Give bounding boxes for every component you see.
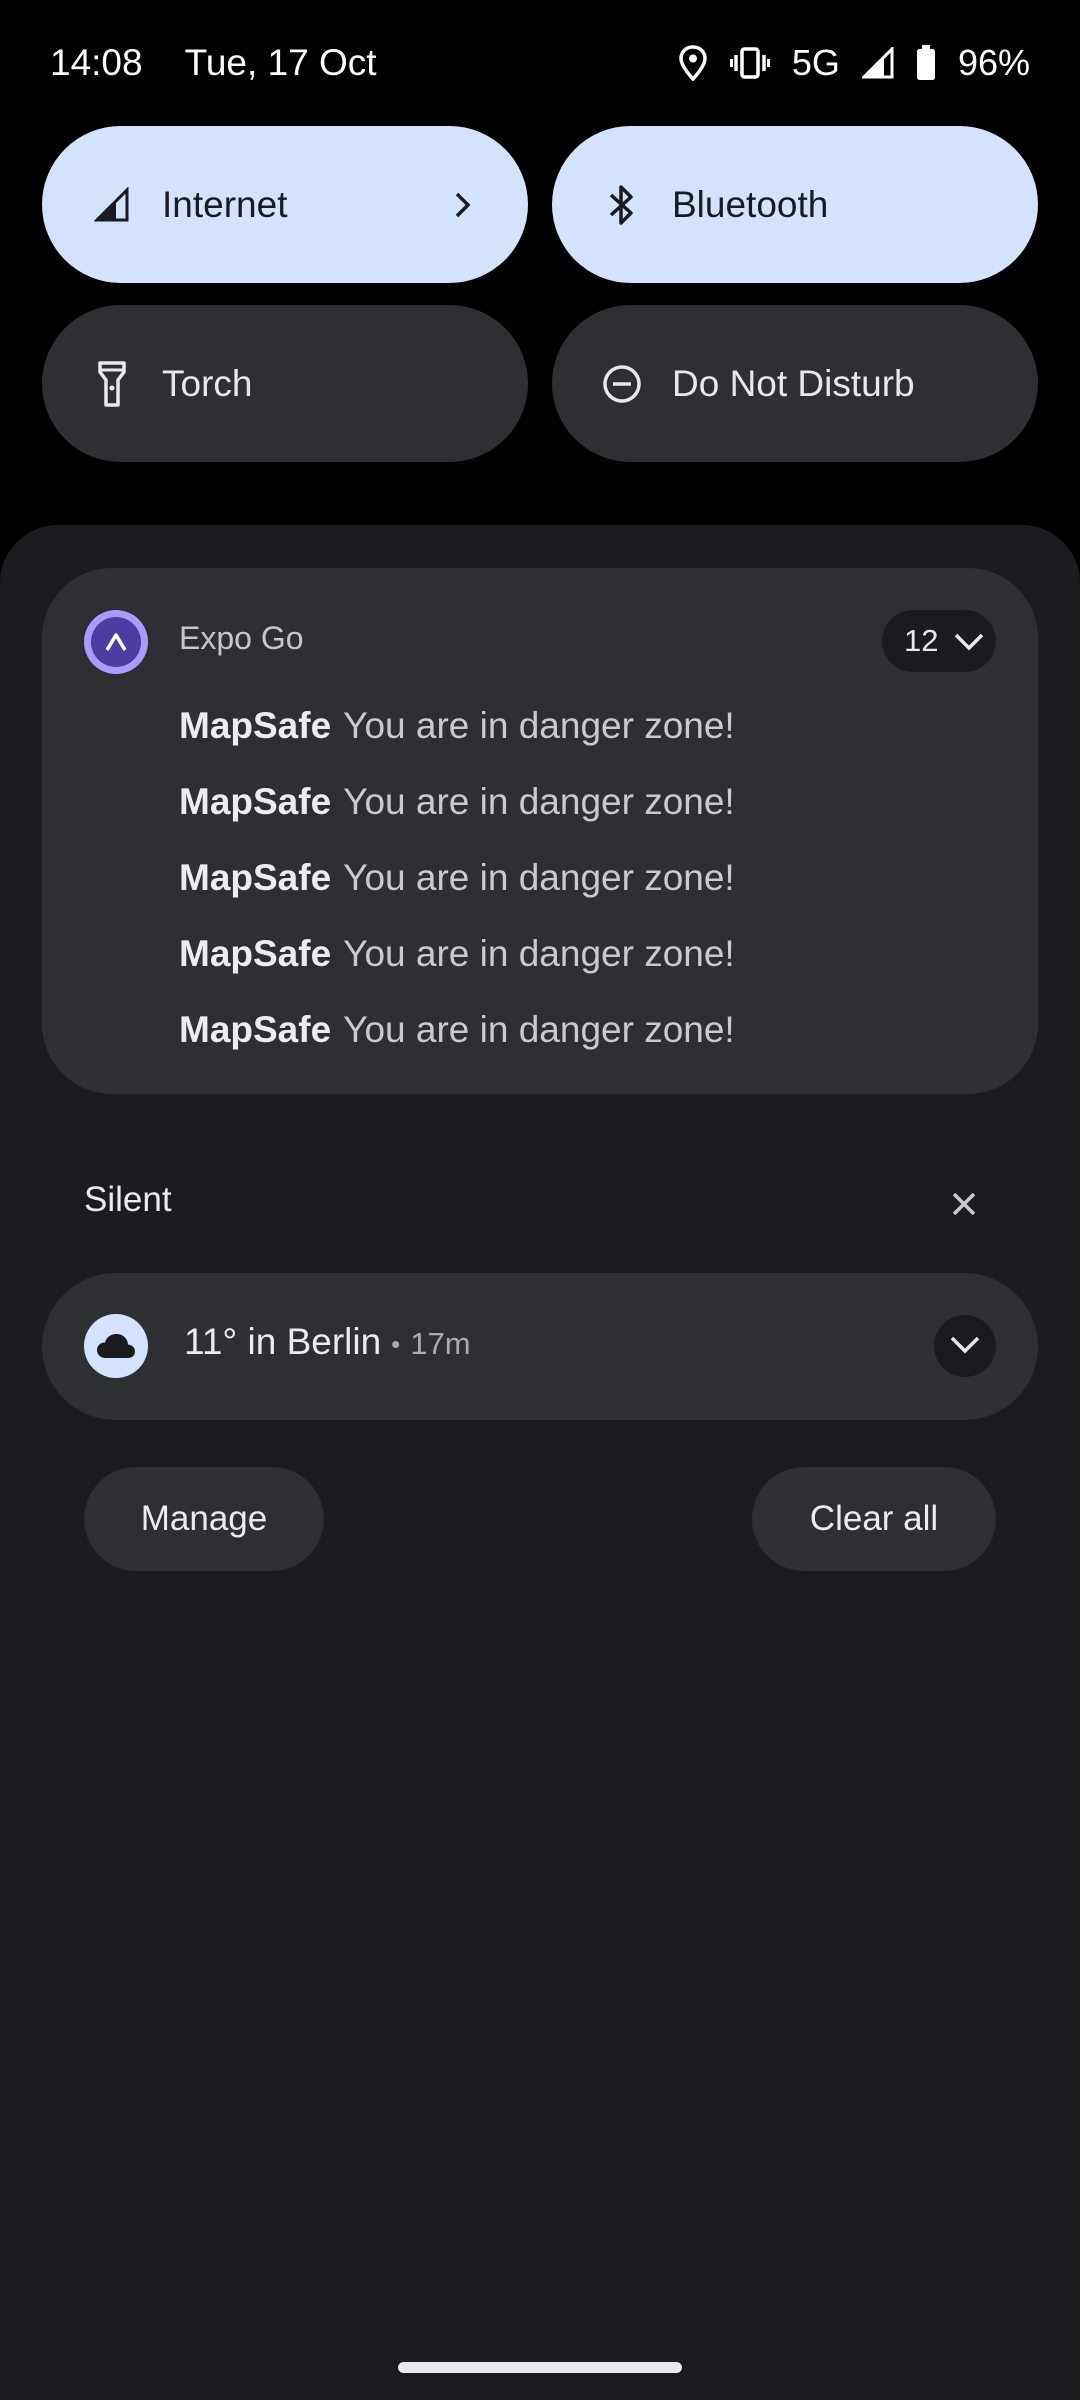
signal-icon [861,47,894,79]
message-title: MapSafe [179,705,332,746]
vibrate-icon [729,46,770,80]
home-indicator[interactable] [398,2362,682,2373]
notification-message[interactable]: MapSafe You are in danger zone! [179,764,979,840]
notification-expo-go[interactable]: Expo Go 12 MapSafe You are in danger zon… [42,568,1038,1094]
weather-time: 17m [410,1326,471,1361]
network-type: 5G [791,42,840,83]
notification-weather[interactable]: 11° in Berlin • 17m [42,1273,1038,1420]
notification-message[interactable]: MapSafe You are in danger zone! [179,916,979,992]
weather-summary: 11° in Berlin • 17m [184,1321,471,1363]
signal-icon [90,183,134,227]
chevron-right-icon [446,188,480,222]
chevron-down-icon [952,630,986,652]
status-date: Tue, 17 Oct [184,42,377,83]
do-not-disturb-icon [600,362,644,406]
notification-app-name: Expo Go [179,620,304,656]
manage-button[interactable]: Manage [84,1467,324,1571]
close-icon[interactable] [944,1184,984,1224]
status-time: 14:08 [50,42,143,83]
weather-text: 11° in Berlin [184,1321,382,1362]
notification-count: 12 [904,623,939,658]
expand-weather-button[interactable] [934,1315,996,1377]
tile-bluetooth[interactable]: Bluetooth [552,126,1038,283]
weather-separator: • [391,1328,401,1359]
tile-internet[interactable]: Internet [42,126,528,283]
location-icon [678,45,708,81]
tile-internet-label: Internet [162,183,288,225]
notification-message-list: MapSafe You are in danger zone! MapSafe … [179,688,979,1068]
silent-section-title: Silent [84,1180,172,1219]
chevron-down-icon [948,1333,982,1360]
tile-do-not-disturb-label: Do Not Disturb [672,362,915,404]
expand-notifications-button[interactable]: 12 [882,610,996,672]
message-title: MapSafe [179,1009,332,1050]
tile-torch-label: Torch [162,362,253,404]
message-title: MapSafe [179,857,332,898]
message-text: You are in danger zone! [343,705,735,746]
message-title: MapSafe [179,781,332,822]
status-bar: 14:08 Tue, 17 Oct 5G 96% [0,0,1080,126]
tile-torch[interactable]: Torch [42,305,528,462]
message-text: You are in danger zone! [343,933,735,974]
message-title: MapSafe [179,933,332,974]
status-icons: 5G 96% [678,42,1030,84]
torch-icon [90,360,134,407]
quick-settings: Internet Bluetooth Torch Do Not Disturb [42,126,1038,462]
clear-all-button[interactable]: Clear all [752,1467,996,1571]
notification-message[interactable]: MapSafe You are in danger zone! [179,840,979,916]
bluetooth-icon [600,183,644,227]
notification-message[interactable]: MapSafe You are in danger zone! [179,688,979,764]
message-text: You are in danger zone! [343,1009,735,1050]
cloud-icon [84,1314,148,1378]
message-text: You are in danger zone! [343,781,735,822]
message-text: You are in danger zone! [343,857,735,898]
tile-do-not-disturb[interactable]: Do Not Disturb [552,305,1038,462]
battery-level: 96% [957,42,1030,83]
tile-bluetooth-label: Bluetooth [672,183,829,225]
notification-message[interactable]: MapSafe You are in danger zone! [179,992,979,1068]
battery-icon [916,45,936,81]
expo-go-app-icon [84,610,148,674]
